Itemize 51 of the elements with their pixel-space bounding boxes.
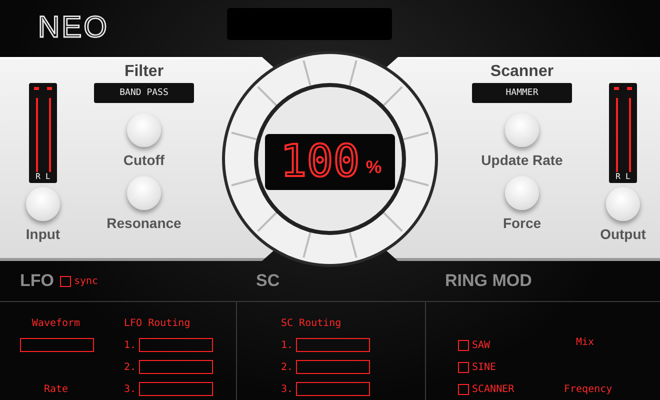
- knob-label: Update Rate: [481, 153, 563, 168]
- field-label: Rate: [44, 384, 68, 394]
- routing-field[interactable]: [139, 338, 214, 352]
- channel-label: R: [616, 172, 620, 181]
- source-checkbox[interactable]: [458, 362, 469, 372]
- peak-indicator: [47, 87, 52, 90]
- checkbox-label: SAW: [472, 340, 490, 350]
- knob-label: Output: [600, 227, 646, 242]
- routing-label: SC Routing: [281, 318, 342, 328]
- routing-field[interactable]: [139, 360, 214, 374]
- sync-checkbox[interactable]: [60, 276, 71, 286]
- routing-label: LFO Routing: [124, 318, 190, 328]
- waveform-field[interactable]: [20, 338, 94, 352]
- section-title: SC: [256, 271, 280, 291]
- mode-display[interactable]: HAMMER: [472, 83, 572, 103]
- section-title: LFO: [20, 271, 54, 291]
- unit-label: %: [366, 156, 382, 178]
- field-label: Mix: [576, 336, 594, 348]
- value-readout: 100: [279, 135, 361, 189]
- mode-display[interactable]: BAND PASS: [94, 83, 194, 103]
- checkbox-label: SCANNER: [472, 384, 514, 394]
- field-label: Waveform: [32, 318, 80, 328]
- peak-indicator: [34, 87, 39, 90]
- checkbox-label: sync: [74, 276, 98, 286]
- channel-label: L: [626, 172, 630, 181]
- slot-number: 1.: [281, 340, 294, 350]
- routing-field[interactable]: [296, 382, 370, 396]
- routing-field[interactable]: [139, 382, 214, 396]
- knob-label: Input: [26, 227, 60, 242]
- knob-label: Force: [502, 216, 542, 231]
- section-title: Scanner: [490, 63, 554, 81]
- channel-label: R: [36, 172, 40, 181]
- slot-number: 2.: [124, 362, 136, 372]
- routing-field[interactable]: [296, 338, 370, 352]
- section-title: Filter: [124, 63, 164, 81]
- slot-number: 3.: [281, 384, 294, 394]
- channel-label: L: [46, 172, 50, 181]
- logo: NEO: [38, 12, 110, 44]
- peak-indicator: [614, 87, 619, 90]
- slot-number: 2.: [281, 362, 294, 372]
- section-title: RING MOD: [445, 271, 532, 291]
- slot-number: 1.: [124, 340, 136, 350]
- peak-indicator: [627, 87, 632, 90]
- source-checkbox[interactable]: [458, 384, 469, 394]
- knob-label: Resonance: [106, 216, 182, 231]
- field-label: Freqency: [564, 384, 612, 394]
- knob-label: Cutoff: [123, 153, 165, 168]
- routing-field[interactable]: [296, 360, 370, 374]
- source-checkbox[interactable]: [458, 340, 469, 350]
- slot-number: 3.: [124, 384, 136, 394]
- checkbox-label: SINE: [472, 362, 496, 372]
